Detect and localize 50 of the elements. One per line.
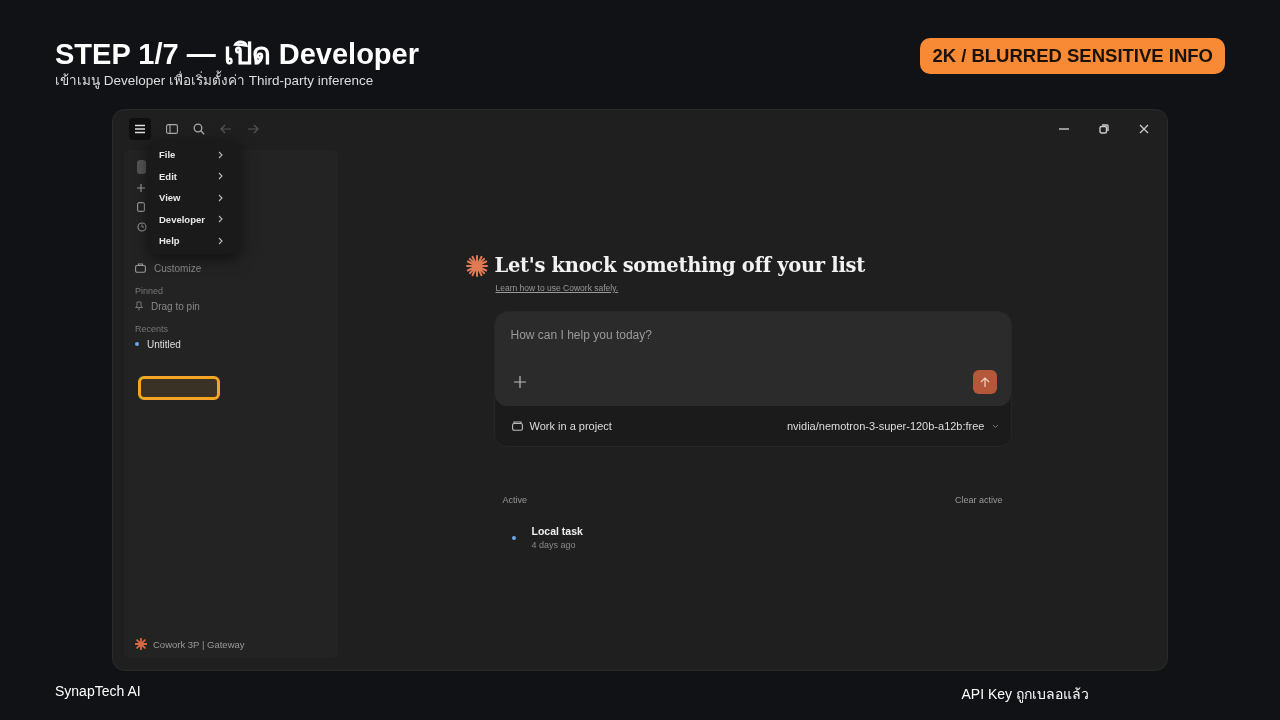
welcome-heading: Let's knock something off your list	[494, 254, 865, 277]
pin-hint: Drag to pin	[135, 296, 338, 316]
task-title[interactable]: Local task	[531, 525, 583, 537]
pin-icon	[135, 301, 143, 311]
menu-item[interactable]: Edit	[149, 165, 239, 187]
project-selector[interactable]: Work in a project	[511, 420, 612, 432]
plus-icon[interactable]	[137, 184, 145, 192]
workspace-label[interactable]: Cowork 3P | Gateway	[135, 638, 338, 650]
menu-icon	[134, 124, 146, 134]
section-heading: Pinned	[135, 286, 165, 296]
menu-item[interactable]: View	[149, 187, 239, 209]
arrow-up-icon	[979, 376, 990, 388]
prompt-field[interactable]: How can I help you today?	[510, 328, 997, 342]
sidebar-toggle-icon[interactable]	[166, 124, 178, 134]
menu-item[interactable]: Developer	[149, 208, 239, 230]
send-button[interactable]	[972, 370, 997, 394]
search-icon[interactable]	[193, 123, 205, 135]
section-heading: Recents	[135, 324, 170, 334]
starburst-icon	[135, 638, 147, 650]
chevron-icon	[218, 172, 223, 181]
safety-link[interactable]: Learn how to use Cowork safely.	[495, 283, 619, 293]
chevron-icon	[218, 193, 223, 202]
status-dot	[135, 342, 139, 346]
step-title: STEP 1/7 — เปิด Developer	[55, 37, 419, 70]
clock-icon[interactable]	[137, 222, 147, 232]
task-time: 4 days ago	[531, 540, 577, 550]
folder-icon	[511, 421, 523, 431]
menu-item[interactable]: File	[149, 144, 239, 166]
brand-label: SynapTech AI	[55, 683, 141, 701]
add-icon[interactable]	[513, 376, 526, 388]
chevron-icon	[991, 423, 999, 429]
starburst-icon	[465, 254, 488, 277]
recent-item[interactable]: Untitled	[135, 334, 338, 354]
model-selector[interactable]: nvidia/nemotron-3-super-120b-a12b:free	[787, 420, 999, 432]
restore-icon[interactable]	[1099, 124, 1109, 134]
step-subtitle: เข้าเมนู Developer เพื่อเริ่มตั้งค่า Third-party inference	[55, 72, 419, 90]
document-icon[interactable]	[137, 202, 145, 212]
chevron-icon	[218, 150, 223, 159]
chevron-icon	[218, 215, 223, 224]
menu-item[interactable]: Help	[149, 230, 239, 252]
caption-label: API Key ถูกเบลอแล้ว	[961, 685, 1089, 705]
section-heading: Active	[502, 495, 527, 505]
close-icon[interactable]	[1139, 124, 1149, 134]
info-badge: 2K / BLURRED SENSITIVE INFO	[920, 38, 1225, 74]
customize-item[interactable]: Customize	[135, 258, 338, 278]
clear-active-link[interactable]: Clear active	[954, 495, 1003, 505]
chevron-icon	[218, 236, 223, 245]
menu-button[interactable]	[129, 118, 151, 140]
briefcase-icon	[135, 263, 146, 273]
status-dot	[511, 535, 516, 540]
